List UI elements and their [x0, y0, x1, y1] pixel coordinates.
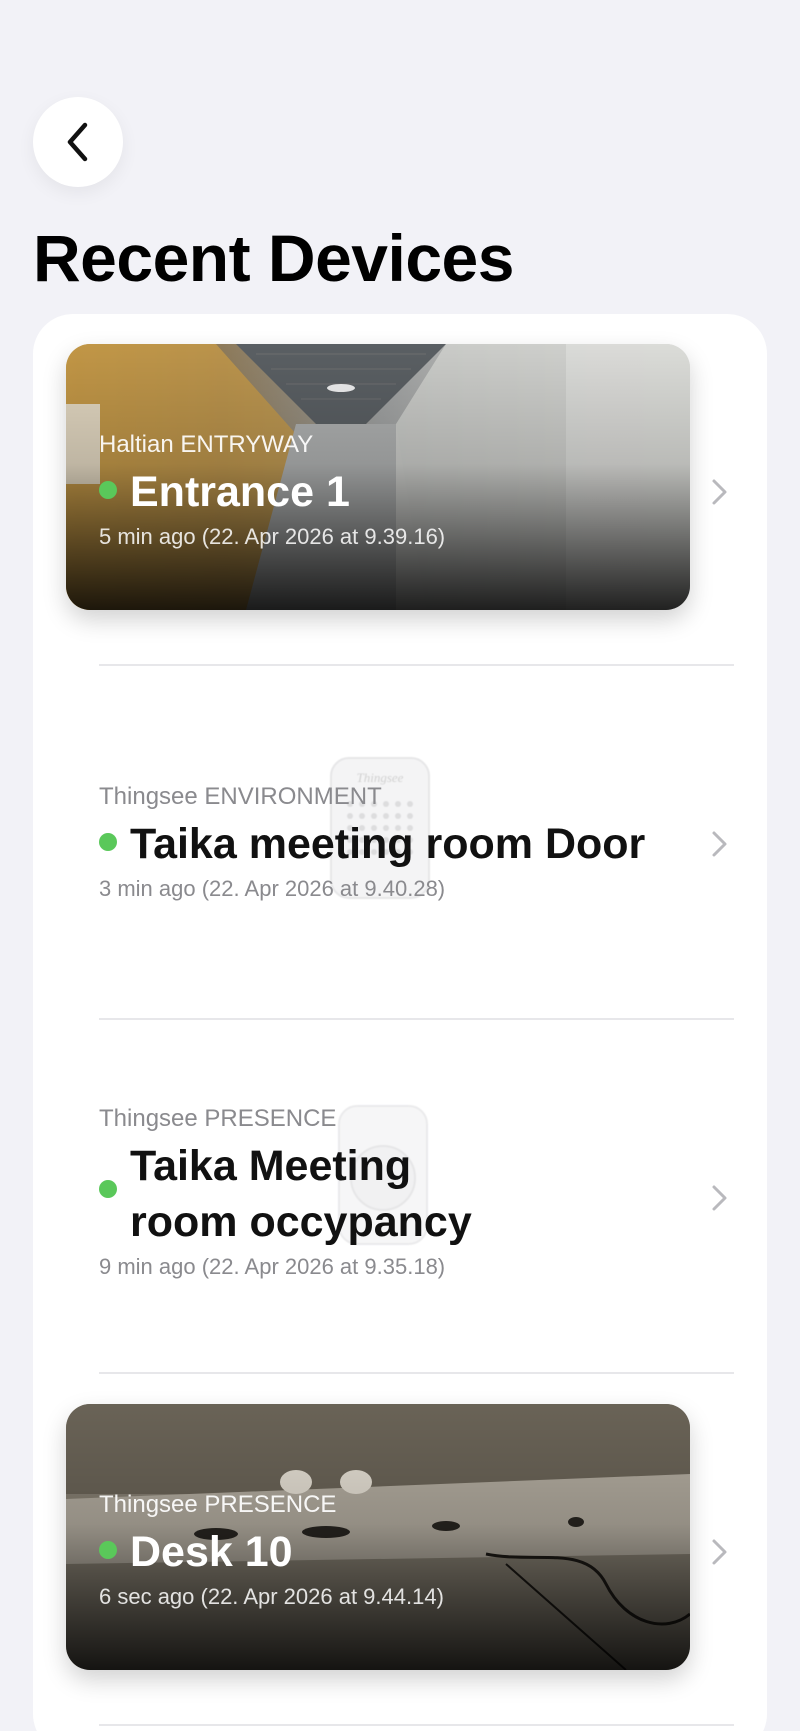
device-category: Thingsee PRESENCE	[99, 1105, 337, 1132]
device-info: Thingsee PRESENCE Taika Meeting room occ…	[99, 1104, 507, 1282]
device-name: Entrance 1	[130, 468, 350, 516]
last-seen-time: 9 min ago (22. Apr 2026 at 9.35.18)	[99, 1254, 446, 1279]
device-info: Thingsee PRESENCE Desk 10 6 sec ago (22.…	[99, 1490, 667, 1612]
last-seen-time: 5 min ago (22. Apr 2026 at 9.39.16)	[99, 524, 446, 549]
status-online-indicator	[99, 833, 117, 851]
chevron-left-icon	[67, 122, 88, 162]
chevron-right-icon	[712, 479, 727, 505]
chevron-right-icon	[712, 1185, 727, 1211]
device-info: Thingsee ENVIRONMENT Taika meeting room …	[99, 782, 667, 904]
back-button[interactable]	[33, 97, 123, 187]
chevron-right-icon	[712, 1539, 727, 1565]
divider	[99, 1724, 734, 1726]
chevron-right-icon	[712, 831, 727, 857]
device-name: Taika meeting room Door	[130, 820, 646, 868]
last-seen-time: 6 sec ago (22. Apr 2026 at 9.44.14)	[99, 1584, 444, 1609]
status-online-indicator	[99, 1541, 117, 1559]
status-online-indicator	[99, 481, 117, 499]
device-category: Thingsee PRESENCE	[99, 1491, 337, 1518]
device-name: Desk 10	[130, 1528, 293, 1576]
device-row-taika-meeting-room-door[interactable]: Thingsee Thingsee ENVIRONMENT Taika meet…	[33, 666, 767, 1018]
last-seen-time: 3 min ago (22. Apr 2026 at 9.40.28)	[99, 876, 446, 901]
device-row-entrance-1[interactable]: Haltian ENTRYWAY Entrance 1 5 min ago (2…	[33, 314, 767, 664]
device-category: Haltian ENTRYWAY	[99, 431, 314, 458]
page-title: Recent Devices	[33, 221, 514, 295]
device-name: Taika Meeting room occypancy	[130, 1142, 472, 1246]
recent-devices-list: Haltian ENTRYWAY Entrance 1 5 min ago (2…	[33, 314, 767, 1731]
device-info: Haltian ENTRYWAY Entrance 1 5 min ago (2…	[99, 430, 667, 552]
device-row-desk-10[interactable]: Thingsee PRESENCE Desk 10 6 sec ago (22.…	[33, 1374, 767, 1724]
status-online-indicator	[99, 1180, 117, 1198]
device-category: Thingsee ENVIRONMENT	[99, 783, 382, 810]
device-row-taika-meeting-room-occupancy[interactable]: Thingsee PRESENCE Taika Meeting room occ…	[33, 1020, 767, 1372]
